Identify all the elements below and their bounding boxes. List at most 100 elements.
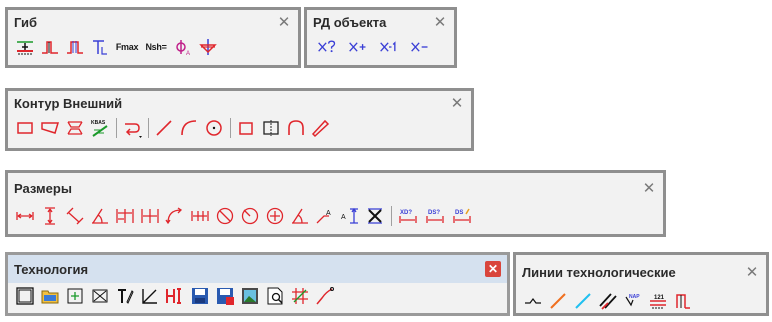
rounded-arc-button[interactable] — [285, 117, 307, 139]
bend-double-icon — [67, 41, 83, 54]
line-number-button[interactable]: 121 — [647, 290, 669, 312]
toolbar-kontur: Контур Внешний ✕ KBAS — [5, 88, 474, 151]
rounded-arc-icon — [288, 120, 304, 135]
dim-aligned-button[interactable] — [64, 205, 86, 227]
square-button[interactable] — [235, 117, 257, 139]
frame-button[interactable] — [260, 117, 282, 139]
arc-button[interactable] — [178, 117, 200, 139]
contour-loop-button[interactable] — [121, 117, 143, 139]
rd-add-button[interactable] — [344, 36, 372, 58]
ds-query-button[interactable]: DS? — [423, 205, 447, 227]
dim-base-button[interactable] — [139, 205, 161, 227]
xd-query-icon: XD? — [399, 210, 417, 223]
picture-icon — [242, 288, 258, 304]
close-icon[interactable]: ✕ — [744, 264, 760, 281]
dim-aligned-icon — [66, 207, 84, 225]
kbas-button[interactable]: KBAS — [89, 117, 111, 139]
close-icon[interactable]: ✕ — [432, 14, 448, 31]
dim-multi-button[interactable] — [189, 205, 211, 227]
bend-double-button[interactable] — [64, 36, 86, 58]
tech-curve-button[interactable] — [314, 285, 336, 307]
save-icon — [192, 288, 208, 304]
toolbar-rd-header[interactable]: РД объекта ✕ — [307, 10, 454, 34]
svg-text:XD?: XD? — [400, 210, 412, 216]
dim-text-button[interactable]: A — [339, 205, 361, 227]
toolbar-title: РД объекта — [313, 14, 387, 30]
tech-save-red-button[interactable] — [214, 285, 236, 307]
toolbar-tehnologia-header[interactable]: Технология ✕ — [8, 255, 507, 283]
toolbar-gib: Гиб ✕ Fmax Nsh= A — [5, 7, 301, 68]
tech-frame-button[interactable] — [14, 285, 36, 307]
xd-query-button[interactable]: XD? — [396, 205, 420, 227]
close-icon[interactable]: ✕ — [485, 261, 501, 277]
bend-base-button[interactable] — [14, 36, 36, 58]
line-cyan-button[interactable] — [572, 290, 594, 312]
line-step-button[interactable] — [672, 290, 694, 312]
tech-save-button[interactable] — [189, 285, 211, 307]
tech-picture-button[interactable] — [239, 285, 261, 307]
grid-icon — [292, 288, 308, 304]
tech-open-button[interactable] — [39, 285, 61, 307]
line-cyan-icon — [575, 293, 591, 309]
dim-diameter-button[interactable] — [214, 205, 236, 227]
tech-frame-icon — [16, 287, 34, 305]
phi-icon: A — [176, 40, 190, 57]
tech-cross-button[interactable] — [89, 285, 111, 307]
dim-center-button[interactable] — [264, 205, 286, 227]
bend-tool-button[interactable] — [197, 36, 219, 58]
dim-center-icon — [266, 207, 284, 225]
dim-horizontal-button[interactable] — [14, 205, 36, 227]
svg-text:DS?: DS? — [428, 210, 440, 216]
toolbar-rd: РД объекта ✕ — [304, 7, 457, 68]
trapezoid-button[interactable] — [39, 117, 61, 139]
toolbar-linii-header[interactable]: Линии технологические ✕ — [516, 255, 766, 289]
tech-point-button[interactable] — [64, 285, 86, 307]
close-icon[interactable]: ✕ — [641, 180, 657, 197]
dim-radius-icon — [241, 207, 259, 225]
tech-grid-button[interactable] — [289, 285, 311, 307]
pencil-button[interactable] — [310, 117, 332, 139]
stack-shape-button[interactable] — [64, 117, 86, 139]
dim-leader-button[interactable]: A — [314, 205, 336, 227]
close-icon[interactable]: ✕ — [276, 14, 292, 31]
line-double-icon — [599, 293, 617, 310]
bend-t-icon — [93, 40, 107, 55]
line-double-button[interactable] — [597, 290, 619, 312]
rectangle-button[interactable] — [14, 117, 36, 139]
line-nap-button[interactable]: NAP — [622, 290, 644, 312]
rd-query-button[interactable] — [313, 36, 341, 58]
toolbar-razmery: Размеры ✕ A A XD? DS? DS — [5, 170, 666, 237]
ds-query-icon: DS? — [426, 210, 444, 223]
tech-text-button[interactable] — [114, 285, 136, 307]
tech-cross-icon — [92, 289, 108, 303]
rd-remove-button[interactable] — [406, 36, 434, 58]
line-orange-button[interactable] — [547, 290, 569, 312]
dim-angle-button[interactable] — [89, 205, 111, 227]
toolbar-kontur-header[interactable]: Контур Внешний ✕ — [8, 91, 471, 115]
dim-radius-button[interactable] — [239, 205, 261, 227]
bend-t-button[interactable] — [89, 36, 111, 58]
toolbar-razmery-header[interactable]: Размеры ✕ — [8, 173, 663, 203]
circle-button[interactable] — [203, 117, 225, 139]
rd-one-button[interactable] — [375, 36, 403, 58]
close-icon[interactable]: ✕ — [449, 95, 465, 112]
dim-chain-button[interactable] — [114, 205, 136, 227]
svg-text:A: A — [341, 214, 346, 221]
bend-profile-button[interactable] — [39, 36, 61, 58]
nsh-button[interactable]: Nsh= — [143, 36, 169, 58]
tech-preview-button[interactable] — [264, 285, 286, 307]
dim-arc-button[interactable] — [164, 205, 186, 227]
dim-vertical-button[interactable] — [39, 205, 61, 227]
tech-angle-button[interactable] — [139, 285, 161, 307]
tech-height-button[interactable] — [164, 285, 186, 307]
phi-button[interactable]: A — [172, 36, 194, 58]
dim-delete-button[interactable] — [364, 205, 386, 227]
line-profile-button[interactable] — [522, 290, 544, 312]
fmax-button[interactable]: Fmax — [114, 36, 140, 58]
dim-angle2-button[interactable] — [289, 205, 311, 227]
frame-icon — [263, 120, 279, 136]
ds-edit-button[interactable]: DS — [450, 205, 474, 227]
dim-text-icon: A — [341, 207, 358, 224]
line-button[interactable] — [153, 117, 175, 139]
toolbar-gib-header[interactable]: Гиб ✕ — [8, 10, 298, 34]
